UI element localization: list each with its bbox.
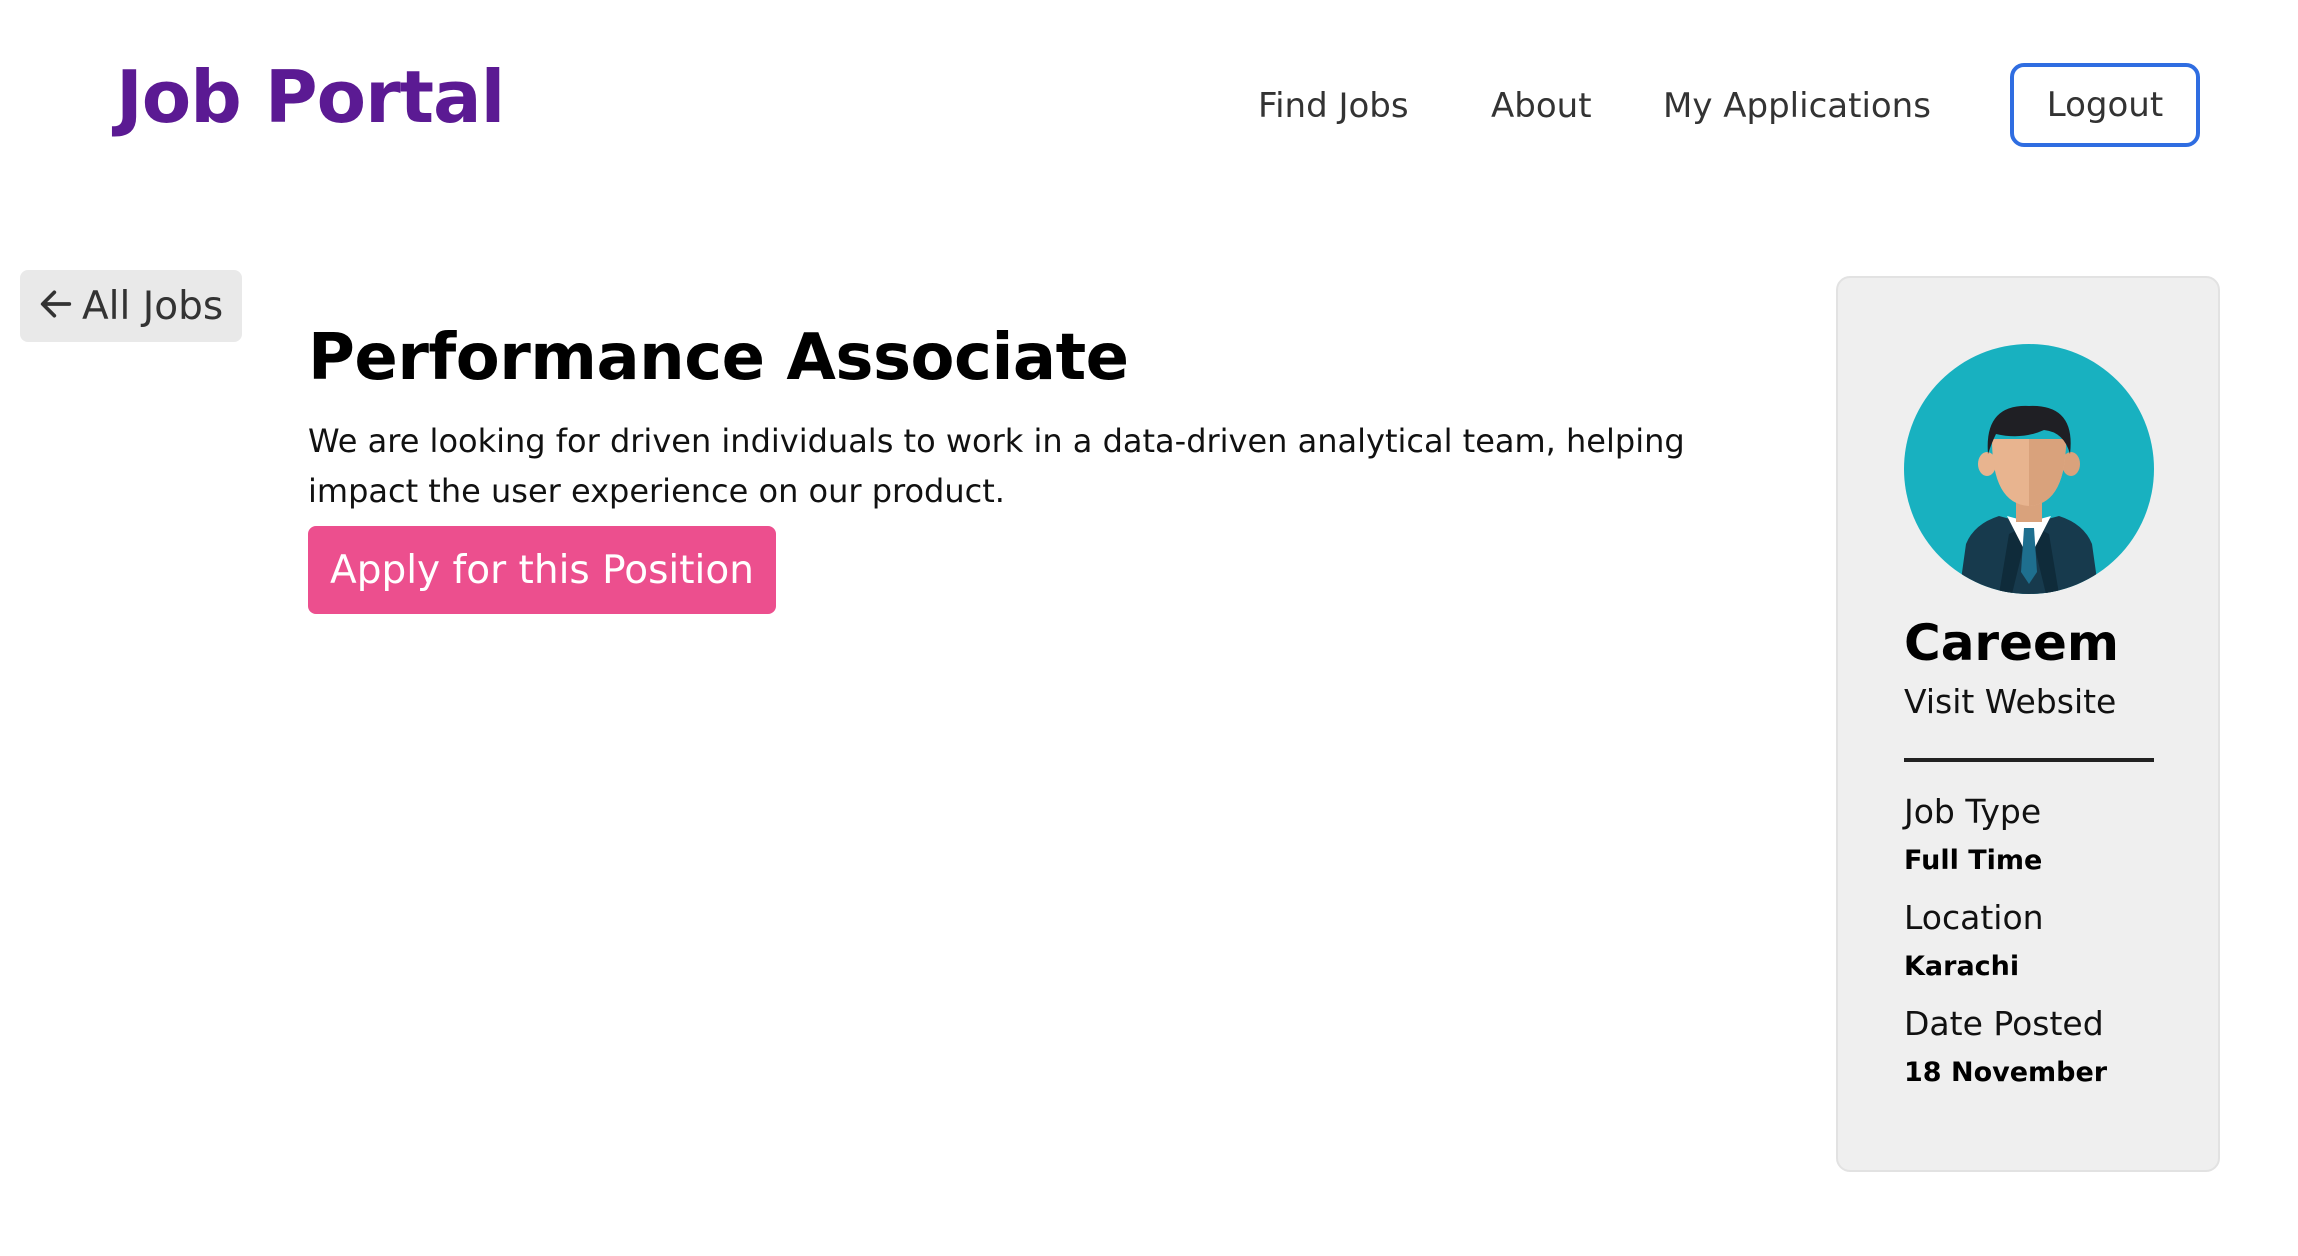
apply-button[interactable]: Apply for this Position — [308, 526, 776, 614]
businessman-avatar-icon — [1904, 344, 2154, 594]
location-label: Location — [1904, 898, 2044, 937]
job-title: Performance Associate — [308, 321, 1129, 395]
logout-button[interactable]: Logout — [2010, 63, 2200, 147]
company-card: Careem Visit Website Job Type Full Time … — [1836, 276, 2220, 1172]
brand-logo[interactable]: Job Portal — [116, 57, 505, 137]
job-type-label: Job Type — [1904, 792, 2042, 831]
visit-website-link[interactable]: Visit Website — [1904, 682, 2116, 721]
all-jobs-label: All Jobs — [82, 283, 224, 329]
all-jobs-back-button[interactable]: All Jobs — [20, 270, 242, 342]
job-description: We are looking for driven individuals to… — [308, 422, 1685, 510]
date-posted-value: 18 November — [1904, 1057, 2108, 1088]
company-name: Careem — [1904, 614, 2120, 672]
arrow-left-icon — [36, 284, 76, 328]
job-type-value: Full Time — [1904, 845, 2043, 876]
nav-about[interactable]: About — [1491, 86, 1592, 127]
date-posted-label: Date Posted — [1904, 1004, 2104, 1043]
card-divider — [1904, 758, 2154, 762]
nav-find-jobs[interactable]: Find Jobs — [1258, 86, 1409, 127]
nav-my-applications[interactable]: My Applications — [1663, 86, 1931, 127]
job-detail-page: Job Portal Find Jobs About My Applicatio… — [0, 0, 2298, 1256]
location-value: Karachi — [1904, 951, 2020, 982]
